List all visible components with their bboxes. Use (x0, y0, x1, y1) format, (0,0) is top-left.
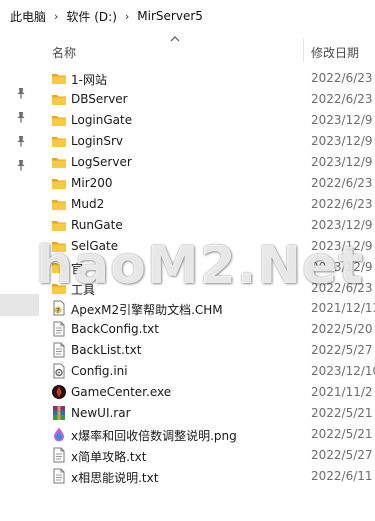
file-name: 1-网站 (71, 73, 107, 87)
file-date-modified: 2022/5/21 (311, 406, 373, 421)
file-row[interactable]: Config.ini 2023/12/10 (0, 361, 375, 382)
file-row[interactable]: 官 2023/12/9 (0, 257, 375, 278)
file-row[interactable]: DBServer 2022/6/23 (0, 89, 375, 110)
file-row[interactable]: x爆率和回收倍数调整说明.png 2022/5/21 (0, 424, 375, 445)
file-name: DBServer (71, 91, 128, 106)
text-file-icon (51, 468, 67, 484)
file-date-modified: 2023/12/9 (311, 133, 373, 148)
file-date-modified: 2022/6/23 (311, 71, 373, 85)
file-row[interactable]: SelGate 2023/12/9 (0, 236, 375, 257)
column-header-name[interactable]: 名称 (52, 44, 76, 61)
image-file-icon (51, 426, 67, 442)
file-name: BackConfig.txt (71, 322, 159, 337)
file-row[interactable]: BackConfig.txt 2022/5/20 (0, 319, 375, 340)
folder-icon (51, 91, 67, 107)
file-row[interactable]: x相思能说明.txt 2022/6/11 (0, 466, 375, 487)
folder-icon (51, 280, 67, 296)
text-file-icon (51, 342, 67, 358)
folder-icon (51, 154, 67, 170)
file-date-modified: 2023/12/9 (311, 259, 373, 274)
file-date-modified: 2022/5/27 (311, 343, 373, 358)
file-date-modified: 2022/5/20 (311, 322, 373, 337)
file-date-modified: 2021/11/2 (311, 385, 373, 400)
file-row[interactable]: LoginSrv 2023/12/9 (0, 131, 375, 152)
file-name: SelGate (71, 238, 119, 253)
file-row[interactable]: ? ApexM2引擎帮助文档.CHM 2021/12/13 (0, 298, 375, 319)
file-row[interactable]: Mud2 2022/6/23 (0, 194, 375, 215)
ini-settings-icon (51, 363, 67, 379)
file-row[interactable]: NewUI.rar 2022/5/21 (0, 403, 375, 424)
file-name: NewUI.rar (71, 406, 131, 421)
file-row[interactable]: 1-网站 2022/6/23 (0, 68, 375, 89)
file-row[interactable]: RunGate 2023/12/9 (0, 215, 375, 236)
breadcrumb-this-pc[interactable]: 此电脑 (10, 8, 46, 25)
breadcrumb: 此电脑 › 软件 (D:) › MirServer5 (0, 0, 375, 32)
folder-icon (51, 70, 67, 86)
file-name: LoginSrv (71, 133, 124, 148)
svg-text:?: ? (56, 308, 60, 315)
file-name: Config.ini (71, 364, 128, 379)
breadcrumb-mirserver5[interactable]: MirServer5 (137, 9, 203, 23)
folder-icon (51, 259, 67, 275)
sort-ascending-icon (170, 36, 180, 42)
file-name: RunGate (71, 217, 123, 232)
file-row[interactable]: BackList.txt 2022/5/27 (0, 340, 375, 361)
folder-icon (51, 196, 67, 212)
text-file-icon (51, 321, 67, 337)
folder-icon (51, 175, 67, 191)
folder-icon (51, 112, 67, 128)
file-date-modified: 2022/6/11 (311, 469, 373, 484)
file-name: 官 (71, 261, 84, 276)
file-name: Mir200 (71, 175, 113, 190)
file-name: ApexM2引擎帮助文档.CHM (71, 303, 223, 318)
text-file-icon (51, 447, 67, 463)
file-name: x相思能说明.txt (71, 471, 159, 486)
file-name: x简单攻略.txt (71, 450, 147, 465)
file-name: Mud2 (71, 196, 105, 211)
file-date-modified: 2021/12/13 (311, 301, 375, 316)
breadcrumb-separator[interactable]: › (125, 10, 129, 23)
file-date-modified: 2022/5/27 (311, 448, 373, 463)
file-row[interactable]: x简单攻略.txt 2022/5/27 (0, 445, 375, 466)
file-name: 工具 (71, 282, 96, 297)
folder-icon (51, 133, 67, 149)
file-name: BackList.txt (71, 343, 142, 358)
file-row[interactable]: 工具 2022/6/23 (0, 278, 375, 299)
file-row[interactable]: LoginGate 2023/12/9 (0, 110, 375, 131)
file-date-modified: 2023/12/9 (311, 238, 373, 253)
column-header: 名称 修改日期 (0, 34, 375, 64)
breadcrumb-drive-d[interactable]: 软件 (D:) (66, 8, 116, 25)
file-date-modified: 2022/6/23 (311, 175, 373, 190)
file-row[interactable]: GameCenter.exe 2021/11/2 (0, 382, 375, 403)
file-name: x爆率和回收倍数调整说明.png (71, 429, 237, 444)
column-divider[interactable] (303, 38, 304, 62)
breadcrumb-separator[interactable]: › (54, 10, 58, 23)
file-date-modified: 2022/6/23 (311, 91, 373, 106)
file-date-modified: 2023/12/10 (311, 364, 375, 379)
file-row[interactable]: LogServer 2023/12/9 (0, 152, 375, 173)
file-date-modified: 2022/6/23 (311, 280, 373, 295)
file-date-modified: 2022/5/21 (311, 427, 373, 442)
folder-icon (51, 238, 67, 254)
file-name: GameCenter.exe (71, 385, 172, 400)
file-date-modified: 2023/12/9 (311, 154, 373, 169)
column-header-date-modified[interactable]: 修改日期 (311, 44, 359, 61)
file-name: LogServer (71, 154, 132, 169)
folder-icon (51, 217, 67, 233)
file-name: LoginGate (71, 112, 133, 127)
file-date-modified: 2023/12/9 (311, 112, 373, 127)
file-row[interactable]: Mir200 2022/6/23 (0, 173, 375, 194)
rar-archive-icon (51, 405, 67, 421)
file-date-modified: 2023/12/9 (311, 217, 373, 232)
chm-help-icon: ? (51, 300, 67, 316)
game-center-exe-icon (51, 384, 67, 400)
file-date-modified: 2022/6/23 (311, 196, 373, 211)
